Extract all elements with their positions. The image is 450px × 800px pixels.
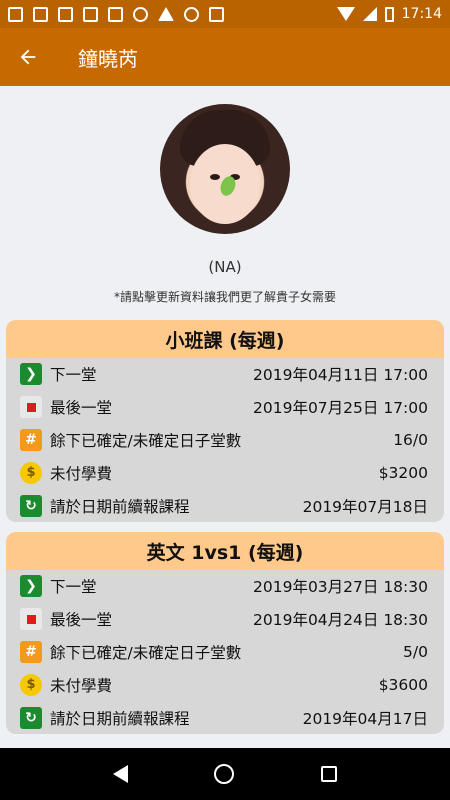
row-label: 下一堂	[50, 578, 97, 597]
dollar-icon: $	[20, 673, 42, 696]
status-icons	[8, 6, 224, 22]
remaining-lessons-row: # 餘下已確定/未確定日子堂數 5/0	[6, 636, 444, 669]
nav-recents-icon[interactable]	[320, 766, 337, 782]
app-bar: 鐘曉芮	[0, 28, 450, 86]
status-bar: 17:14	[0, 0, 450, 28]
save-icon	[108, 6, 123, 22]
renew-icon: ↻	[20, 706, 42, 729]
row-label: 最後一堂	[50, 399, 113, 418]
course-card[interactable]: 英文 1vs1 (每週) ❯ 下一堂 2019年03月27日 18:30 最後一…	[6, 532, 444, 734]
list-icon	[58, 6, 73, 22]
notes-icon	[8, 6, 23, 22]
next-lesson-row: ❯ 下一堂 2019年04月11日 17:00	[6, 358, 444, 391]
row-label: 下一堂	[50, 366, 97, 385]
drive-icon	[158, 7, 174, 21]
dollar-icon: $	[20, 461, 42, 484]
circle-icon	[184, 6, 199, 22]
image-icon	[83, 6, 98, 22]
signal-icon	[362, 7, 377, 21]
row-label: 請於日期前續報課程	[50, 709, 190, 728]
nav-back-icon[interactable]	[113, 765, 129, 783]
row-value: 2019年04月24日 18:30	[253, 611, 428, 630]
unpaid-fee-row: $ 未付學費 $3600	[6, 668, 444, 701]
row-value: 16/0	[393, 430, 428, 449]
nav-home-icon[interactable]	[214, 764, 235, 784]
check-icon	[209, 6, 224, 22]
next-icon: ❯	[20, 575, 42, 598]
last-lesson-row: 最後一堂 2019年04月24日 18:30	[6, 603, 444, 636]
hash-icon: #	[20, 428, 42, 451]
stop-icon	[20, 608, 42, 631]
remaining-lessons-row: # 餘下已確定/未確定日子堂數 16/0	[6, 424, 444, 457]
next-lesson-row: ❯ 下一堂 2019年03月27日 18:30	[6, 570, 444, 603]
last-lesson-row: 最後一堂 2019年07月25日 17:00	[6, 391, 444, 424]
course-title: 小班課 (每週)	[6, 320, 444, 358]
row-label: 餘下已確定/未確定日子堂數	[50, 431, 242, 450]
course-title: 英文 1vs1 (每週)	[6, 532, 444, 570]
unpaid-fee-row: $ 未付學費 $3200	[6, 456, 444, 489]
row-label: 請於日期前續報課程	[50, 497, 190, 516]
row-label: 未付學費	[50, 464, 113, 483]
row-label: 未付學費	[50, 676, 113, 695]
row-value: 2019年03月27日 18:30	[253, 578, 428, 597]
app-icon	[33, 6, 48, 22]
hash-icon: #	[20, 640, 42, 663]
row-value: 2019年07月18日	[302, 497, 428, 516]
renewal-deadline-row: ↻ 請於日期前續報課程 2019年04月17日	[6, 701, 444, 734]
arrow-left-icon	[20, 49, 36, 65]
row-value: 2019年04月11日 17:00	[253, 366, 428, 385]
row-value: 2019年04月17日	[302, 709, 428, 728]
row-value: 2019年07月25日 17:00	[253, 399, 428, 418]
stop-icon	[20, 396, 42, 419]
row-value: $3600	[378, 675, 428, 694]
avatar[interactable]	[160, 104, 290, 234]
profile-update-hint[interactable]: *請點擊更新資料讓我們更了解貴子女需要	[0, 288, 450, 305]
row-value: 5/0	[403, 642, 428, 661]
row-label: 最後一堂	[50, 611, 113, 630]
system-nav-bar	[0, 748, 450, 800]
course-card[interactable]: 小班課 (每週) ❯ 下一堂 2019年04月11日 17:00 最後一堂 20…	[6, 320, 444, 522]
renewal-deadline-row: ↻ 請於日期前續報課程 2019年07月18日	[6, 489, 444, 522]
row-label: 餘下已確定/未確定日子堂數	[50, 643, 242, 662]
back-button[interactable]	[0, 28, 56, 86]
profile-name: (NA)	[208, 258, 242, 276]
settings-icon	[133, 6, 148, 22]
status-time: 17:14	[401, 6, 442, 22]
page-title: 鐘曉芮	[78, 46, 138, 71]
row-value: $3200	[378, 463, 428, 482]
battery-icon	[384, 6, 394, 22]
wifi-icon	[336, 7, 355, 21]
next-icon: ❯	[20, 363, 42, 386]
renew-icon: ↻	[20, 494, 42, 517]
avatar-eye-left	[210, 174, 220, 180]
